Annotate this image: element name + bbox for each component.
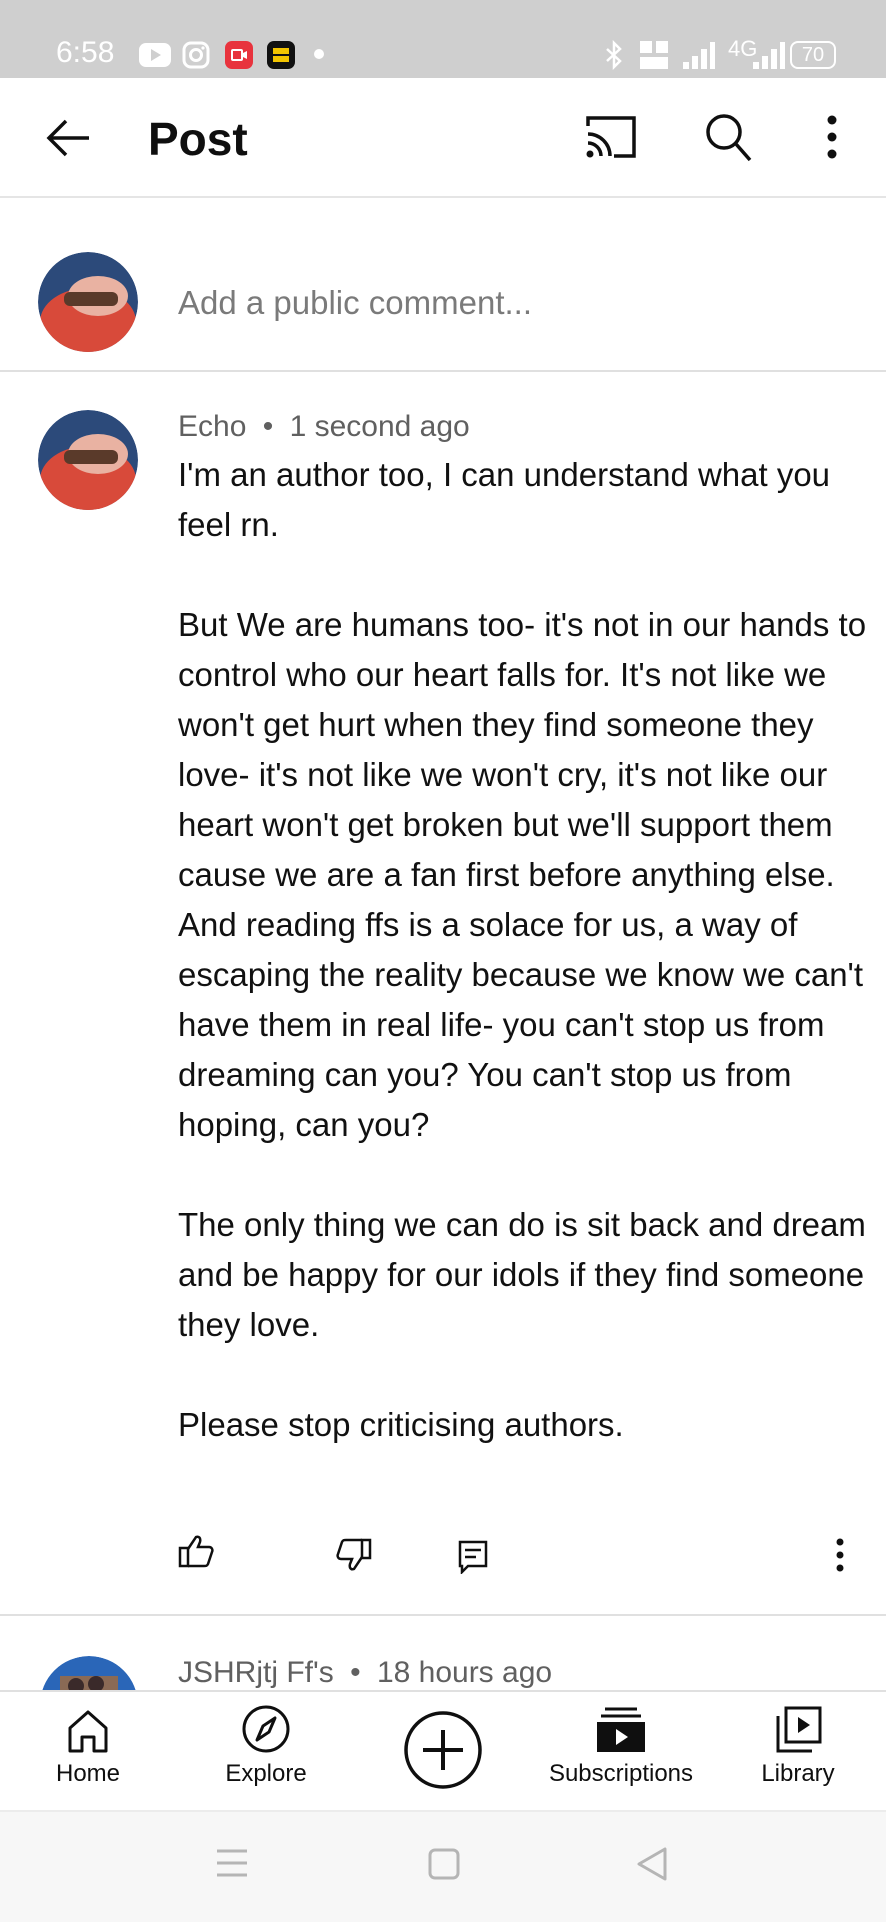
comment-author[interactable]: Echo xyxy=(178,410,246,443)
nav-label: Subscriptions xyxy=(548,1760,694,1787)
meta-separator: • xyxy=(262,410,274,443)
youtube-icon xyxy=(138,42,172,68)
bluetooth-icon xyxy=(604,39,624,75)
home-icon xyxy=(0,1700,178,1754)
create-plus-icon[interactable] xyxy=(403,1710,483,1795)
signal-icon xyxy=(682,40,716,75)
thumb-down-icon[interactable] xyxy=(336,1538,372,1572)
comment-author[interactable]: JSHRjtj Ff's xyxy=(178,1656,334,1689)
signal-4g-icon xyxy=(752,40,786,75)
comment-paragraph: And reading ffs is a solace for us, a wa… xyxy=(178,906,864,1143)
back-triangle-icon[interactable] xyxy=(636,1846,668,1887)
status-time: 6:58 xyxy=(56,36,115,69)
nav-subscriptions[interactable]: Subscriptions xyxy=(531,1700,711,1788)
comment-author-avatar[interactable] xyxy=(38,410,138,510)
comment-time: 1 second ago xyxy=(289,410,470,443)
nav-library[interactable]: Library xyxy=(708,1700,886,1788)
recorder-icon xyxy=(224,40,254,69)
app-icon xyxy=(266,40,296,69)
meta-separator: • xyxy=(350,1656,361,1689)
comment-blank-line xyxy=(178,1350,868,1400)
user-avatar xyxy=(38,252,138,352)
nav-label: Explore xyxy=(225,1760,307,1787)
comment-paragraph: But We are humans too- it's not in our h… xyxy=(178,606,867,893)
battery-icon: 70 xyxy=(790,41,836,69)
page-title: Post xyxy=(148,113,248,165)
back-arrow-icon[interactable] xyxy=(44,114,92,162)
comment-more-icon[interactable] xyxy=(834,1538,846,1572)
more-vert-icon[interactable] xyxy=(824,114,840,160)
comment-blank-line xyxy=(178,1150,868,1200)
nav-explore[interactable]: Explore xyxy=(176,1700,356,1788)
reply-icon[interactable] xyxy=(458,1540,488,1574)
thumb-up-icon[interactable] xyxy=(178,1534,214,1568)
divider xyxy=(0,1614,886,1616)
library-icon xyxy=(708,1700,886,1754)
search-icon[interactable] xyxy=(704,112,752,164)
comment-meta: Echo • 1 second ago xyxy=(178,410,470,444)
nav-home[interactable]: Home xyxy=(0,1700,178,1788)
instagram-icon xyxy=(182,41,210,69)
comment-time: 18 hours ago xyxy=(376,1656,553,1689)
comment-paragraph: Please stop criticising authors. xyxy=(178,1406,624,1443)
comment-body: I'm an author too, I can understand what… xyxy=(178,450,868,1450)
volte-icon xyxy=(638,38,670,77)
dot-icon xyxy=(314,49,324,59)
nav-label: Library xyxy=(761,1760,835,1787)
comment-input[interactable]: Add a public comment... xyxy=(178,284,532,322)
app-header xyxy=(0,78,886,198)
menu-icon[interactable] xyxy=(216,1848,248,1883)
divider xyxy=(0,370,886,372)
comment-paragraph: I'm an author too, I can understand what… xyxy=(178,456,831,543)
nav-label: Home xyxy=(55,1760,121,1787)
home-square-icon[interactable] xyxy=(428,1848,460,1885)
subscriptions-icon xyxy=(531,1700,711,1754)
compass-icon xyxy=(176,1700,356,1754)
comment-meta: JSHRjtj Ff's • 18 hours ago xyxy=(178,1656,552,1690)
comment-paragraph: The only thing we can do is sit back and… xyxy=(178,1206,866,1343)
comment-blank-line xyxy=(178,550,868,600)
cast-icon[interactable] xyxy=(584,114,638,160)
